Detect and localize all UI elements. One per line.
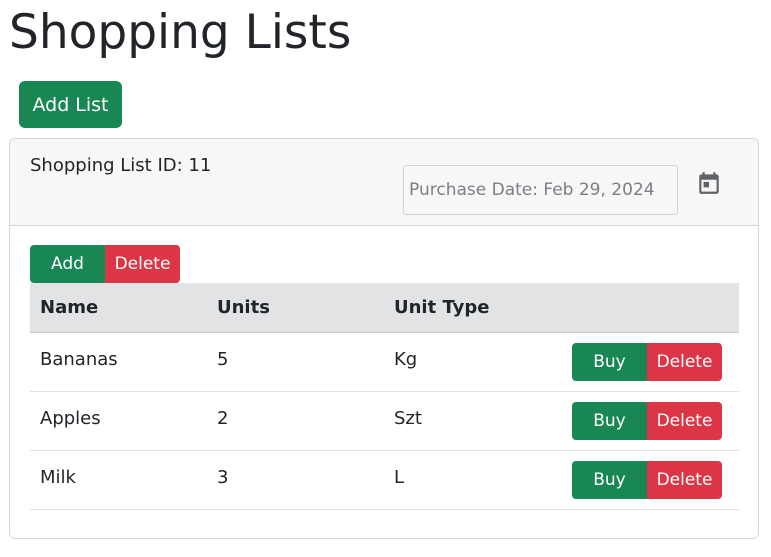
item-name: Bananas xyxy=(40,348,118,370)
shopping-list-id: Shopping List ID: 11 xyxy=(30,155,212,176)
delete-item-button[interactable]: Delete xyxy=(647,402,722,440)
card-body: Add Delete Name Units Unit Type Bananas … xyxy=(10,226,758,538)
buy-button[interactable]: Buy xyxy=(572,461,647,499)
item-name: Apples xyxy=(40,407,101,429)
shopping-list-card: Shopping List ID: 11 Add Delete Name Uni… xyxy=(9,138,759,539)
page-title: Shopping Lists xyxy=(9,5,352,60)
item-units: 3 xyxy=(217,466,229,488)
purchase-date-input[interactable] xyxy=(403,165,678,215)
table-row: Milk 3 L Buy Delete xyxy=(30,451,739,510)
column-header-name: Name xyxy=(40,297,99,318)
delete-item-button[interactable]: Delete xyxy=(647,461,722,499)
add-item-button[interactable]: Add xyxy=(30,245,105,283)
table-row: Bananas 5 Kg Buy Delete xyxy=(30,333,739,392)
card-header: Shopping List ID: 11 xyxy=(10,139,758,226)
item-unit-type: Szt xyxy=(394,407,422,429)
item-units: 5 xyxy=(217,348,229,370)
table-header: Name Units Unit Type xyxy=(30,283,739,333)
buy-button[interactable]: Buy xyxy=(572,343,647,381)
delete-item-button[interactable]: Delete xyxy=(647,343,722,381)
buy-button[interactable]: Buy xyxy=(572,402,647,440)
column-header-unit-type: Unit Type xyxy=(394,297,490,318)
calendar-icon[interactable] xyxy=(696,169,722,197)
item-units: 2 xyxy=(217,407,229,429)
items-table: Name Units Unit Type Bananas 5 Kg Buy De… xyxy=(30,283,739,510)
item-name: Milk xyxy=(40,466,76,488)
add-list-button[interactable]: Add List xyxy=(19,81,122,128)
item-unit-type: L xyxy=(394,466,405,488)
column-header-units: Units xyxy=(217,297,270,318)
item-unit-type: Kg xyxy=(394,348,418,370)
delete-list-button[interactable]: Delete xyxy=(105,245,180,283)
table-row: Apples 2 Szt Buy Delete xyxy=(30,392,739,451)
